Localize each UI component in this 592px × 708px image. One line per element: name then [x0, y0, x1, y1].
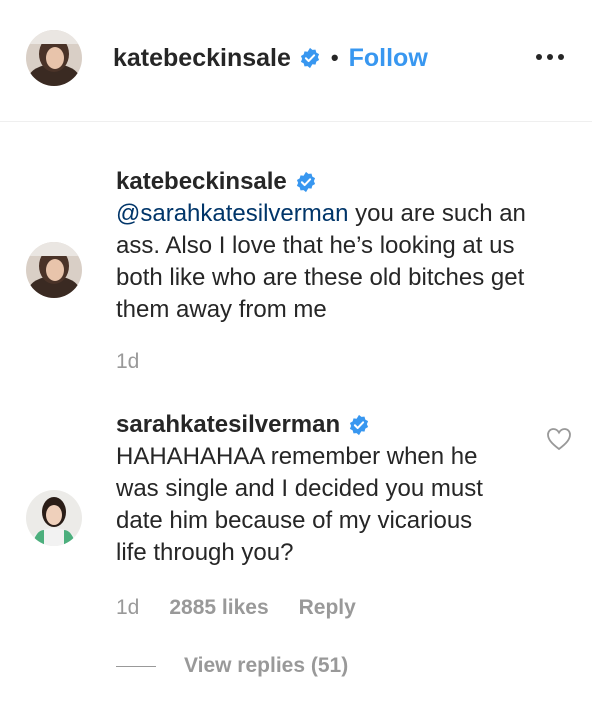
comment-text-line: was single and I decided you must [116, 475, 483, 502]
comment-text-line: both like who are these old bitches get [116, 264, 525, 291]
comment-username[interactable]: sarahkatesilverman [116, 410, 340, 440]
comment-text-line: you are such an [348, 200, 526, 227]
comment-username[interactable]: katebeckinsale [116, 167, 287, 197]
post-header: katebeckinsale • Follow [0, 0, 592, 122]
avatar-image [26, 30, 82, 86]
comment-text-line: date him because of my vicarious [116, 507, 473, 534]
comment-timestamp[interactable]: 1d [116, 350, 139, 374]
mention-link[interactable]: @sarahkatesilverman [116, 200, 348, 227]
more-options-icon[interactable] [536, 48, 564, 66]
avatar[interactable] [26, 490, 82, 546]
comment-username-row: sarahkatesilverman [116, 410, 546, 440]
comment-timestamp[interactable]: 1d [116, 596, 139, 620]
verified-badge-icon [295, 171, 317, 193]
verified-badge-icon [348, 414, 370, 436]
comment-username-row: katebeckinsale [116, 167, 546, 197]
separator-dot: • [330, 45, 339, 70]
comment-meta: 1d [116, 350, 139, 374]
comment-text: HAHAHAHAA remember when he was single an… [116, 441, 546, 569]
header-user-row: katebeckinsale • Follow [113, 40, 428, 76]
verified-badge-icon [299, 47, 321, 69]
comment-text: @sarahkatesilverman you are such an ass.… [116, 198, 546, 326]
comment-body: sarahkatesilverman HAHAHAHAA remember wh… [116, 410, 546, 569]
avatar-image [26, 490, 82, 546]
comment-text-line: ass. Also I love that he’s looking at us [116, 232, 515, 259]
comment-text-line: them away from me [116, 296, 327, 323]
comment-text-line: HAHAHAHAA remember when he [116, 443, 478, 470]
follow-button[interactable]: Follow [349, 44, 428, 73]
heart-icon[interactable] [546, 427, 572, 451]
avatar[interactable] [26, 242, 82, 298]
view-replies-label: View replies (51) [184, 654, 349, 677]
reply-button[interactable]: Reply [299, 596, 356, 620]
comment-meta: 1d 2885 likes Reply [116, 596, 356, 620]
comment-body: katebeckinsale @sarahkatesilverman you a… [116, 167, 546, 326]
avatar-image [26, 242, 82, 298]
comment-text-line: life through you? [116, 539, 294, 566]
post-author-username[interactable]: katebeckinsale [113, 44, 291, 73]
view-replies-button[interactable]: View replies (51) [116, 654, 348, 678]
avatar[interactable] [26, 30, 82, 86]
divider-line [116, 665, 156, 667]
likes-count[interactable]: 2885 likes [169, 596, 268, 620]
